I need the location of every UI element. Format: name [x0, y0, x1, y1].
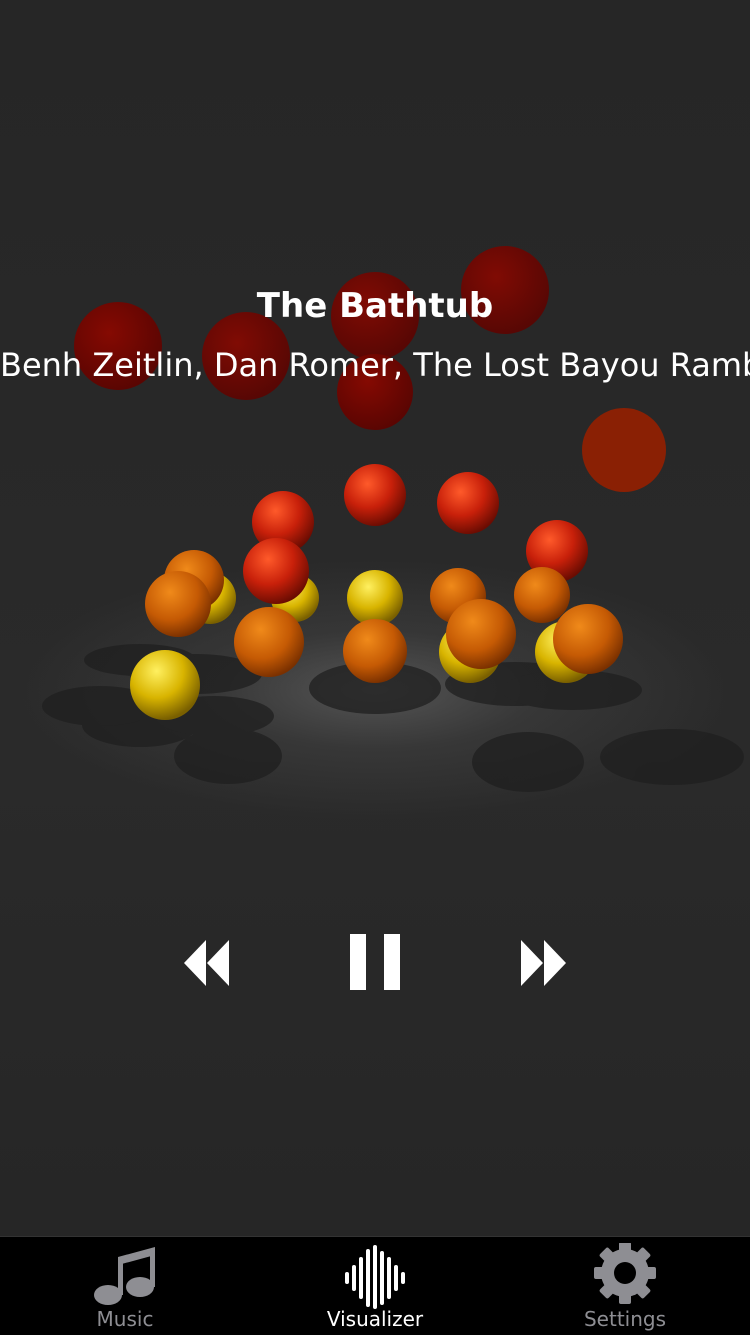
music-note-icon — [94, 1247, 155, 1305]
track-title: The Bathtub — [256, 286, 494, 326]
playback-controls — [0, 930, 750, 996]
gear-icon — [594, 1243, 656, 1304]
track-artist: Benh Zeitlin, Dan Romer, The Lost Bayou … — [0, 346, 750, 384]
tab-label-visualizer: Visualizer — [326, 1307, 424, 1331]
pause-icon[interactable] — [346, 930, 404, 996]
visualizer-stage: The Bathtub Benh Zeitlin, Dan Romer, The… — [0, 0, 750, 1236]
fast-forward-icon[interactable] — [518, 930, 570, 996]
rewind-icon[interactable] — [180, 930, 232, 996]
waveform-icon — [345, 1245, 405, 1309]
visualizer-scene — [42, 246, 744, 792]
tab-label-music: Music — [96, 1307, 154, 1331]
tab-label-settings: Settings — [583, 1307, 667, 1331]
